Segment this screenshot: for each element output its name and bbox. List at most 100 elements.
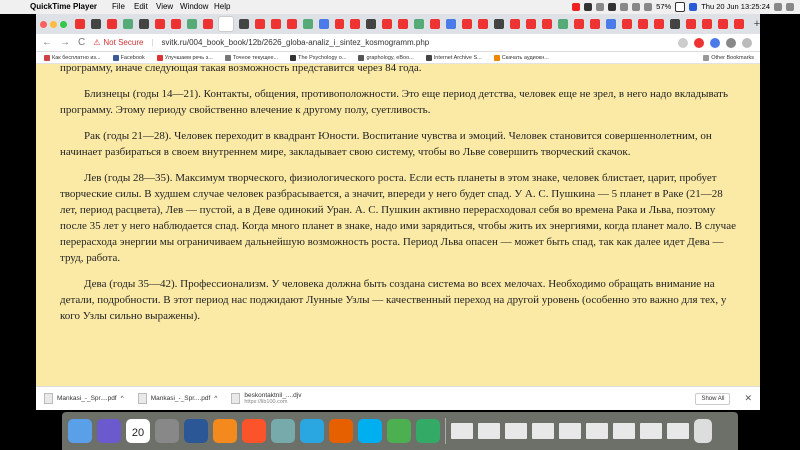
tab-favicon[interactable] [318,19,329,29]
tab-favicon[interactable] [270,19,281,29]
notification-center-icon[interactable] [786,3,794,11]
menu-app-name[interactable]: QuickTime Player [30,0,97,14]
minimized-window-thumbnail[interactable] [586,423,608,439]
tab-favicon[interactable] [122,19,133,29]
tab-favicon[interactable] [462,19,473,29]
tab-favicon[interactable] [685,19,696,29]
chevron-up-icon[interactable]: ^ [214,395,217,402]
extension-icon[interactable] [710,37,720,48]
app-icon[interactable] [416,419,440,443]
tab-favicon[interactable] [701,19,712,29]
bookmark-item[interactable]: Facebook [112,54,145,61]
telegram-icon[interactable] [300,419,324,443]
download-item[interactable]: Mankasi_-_Spr....pdf ^ [137,393,217,404]
firefox-icon[interactable] [329,419,353,443]
siri-icon[interactable] [97,419,121,443]
menu-file[interactable]: File [112,0,125,14]
minimized-window-thumbnail[interactable] [478,423,500,439]
tab-favicon[interactable] [302,19,313,29]
minimized-window-thumbnail[interactable] [613,423,635,439]
tab-favicon[interactable] [366,19,377,29]
close-downloads-button[interactable]: ✕ [744,393,752,404]
menu-window[interactable]: Window [180,0,208,14]
vlc-icon[interactable] [213,419,237,443]
download-item[interactable]: Mankasi_-_Spr....pdf ^ [44,393,124,404]
profile-icon[interactable] [726,37,736,48]
tab-favicon[interactable] [75,19,85,29]
more-menu-icon[interactable] [742,37,752,48]
minimize-window-icon[interactable] [50,20,57,28]
tab-favicon[interactable] [446,19,457,29]
download-item[interactable]: beskontaktnil_....djv https://lib100.com [231,392,301,405]
trash-icon[interactable] [694,419,712,443]
tab-favicon[interactable] [238,19,249,29]
chevron-up-icon[interactable]: ^ [121,395,124,402]
bookmark-item[interactable]: Улучшаем речь з... [156,54,213,61]
maximize-window-icon[interactable] [60,20,67,28]
tab-favicon[interactable] [254,19,265,29]
tab-favicon[interactable] [653,19,664,29]
brave-icon[interactable] [242,419,266,443]
tab-favicon[interactable] [154,19,165,29]
bookmark-item[interactable]: The Psychology o... [290,54,346,61]
finder-icon[interactable] [68,419,92,443]
tab-favicon[interactable] [717,19,728,29]
close-window-icon[interactable] [40,20,47,28]
tray-app-icon[interactable] [596,3,605,11]
tab-favicon[interactable] [186,19,197,29]
menu-edit[interactable]: Edit [134,0,148,14]
bookmark-item[interactable]: graphology, eBoo... [358,54,414,61]
tab-favicon[interactable] [605,19,616,29]
tab-favicon[interactable] [669,19,680,29]
minimized-window-thumbnail[interactable] [451,423,473,439]
tray-app-icon[interactable] [608,3,617,11]
minimized-window-thumbnail[interactable] [505,423,527,439]
tab-active[interactable] [218,17,233,31]
bookmark-item[interactable]: Точное текущее... [224,54,278,61]
bluetooth-icon[interactable] [620,3,629,11]
battery-icon[interactable] [675,2,686,12]
skype-icon[interactable] [358,419,382,443]
minimized-window-thumbnail[interactable] [667,423,689,439]
tab-favicon[interactable] [526,19,537,29]
tab-favicon[interactable] [90,19,101,29]
tab-favicon[interactable] [558,19,569,29]
youtube-icon[interactable] [572,3,581,11]
bookmark-item[interactable]: Internet Archive S... [425,54,482,61]
wifi-icon[interactable] [632,3,641,11]
tab-favicon[interactable] [478,19,489,29]
tray-app-icon[interactable] [584,3,593,11]
new-tab-button[interactable]: + [754,18,760,30]
tab-favicon[interactable] [574,19,584,29]
search-icon[interactable] [774,3,782,11]
calendar-icon[interactable]: 20 [126,419,150,443]
tab-favicon[interactable] [621,19,632,29]
tab-favicon[interactable] [382,19,393,29]
minimized-window-thumbnail[interactable] [532,423,554,439]
tab-favicon[interactable] [494,19,505,29]
bookmark-item[interactable]: Скачать аудиокн... [493,54,549,61]
tab-favicon[interactable] [414,19,425,29]
forward-button[interactable]: → [60,37,70,48]
bookmark-item[interactable]: Как бесплатно из... [44,54,101,61]
tab-favicon[interactable] [334,19,345,29]
menu-help[interactable]: Help [214,0,230,14]
menu-view[interactable]: View [156,0,173,14]
clock[interactable]: Thu 20 Jun 13:25:24 [701,0,770,14]
chrome-icon[interactable] [387,419,411,443]
tab-favicon[interactable] [733,19,744,29]
launchpad-icon[interactable] [155,419,179,443]
other-bookmarks[interactable]: Other Bookmarks [703,54,760,61]
tab-favicon[interactable] [170,19,181,29]
tab-favicon[interactable] [430,19,441,29]
tab-favicon[interactable] [350,19,361,29]
security-indicator[interactable]: ⚠ Not Secure [93,38,143,47]
flag-icon[interactable] [689,3,698,11]
reload-button[interactable]: C [78,37,85,48]
extension-icon[interactable] [694,37,704,48]
volume-icon[interactable] [644,3,653,11]
tab-favicon[interactable] [286,19,297,29]
show-all-button[interactable]: Show All [695,392,731,405]
minimized-window-thumbnail[interactable] [640,423,662,439]
tab-favicon[interactable] [542,19,553,29]
